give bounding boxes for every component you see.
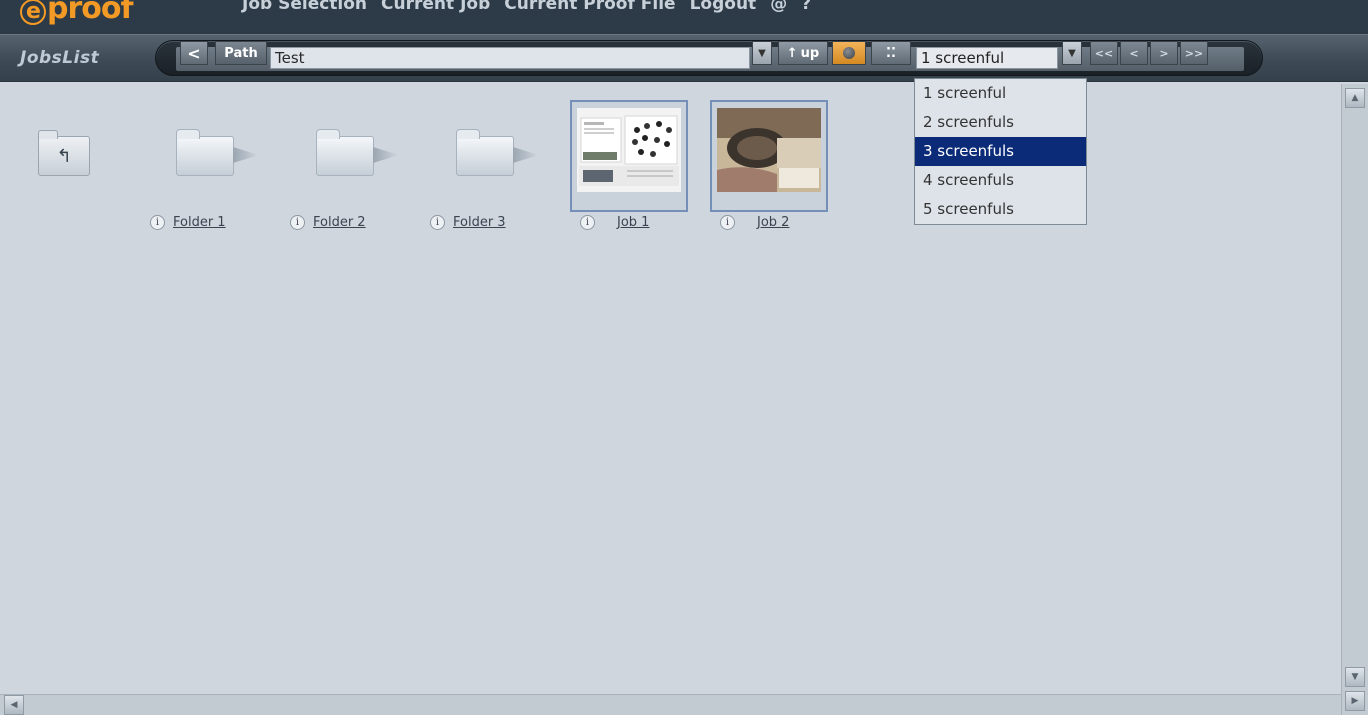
folder-link[interactable]: Folder 1 xyxy=(173,215,226,230)
circle-icon xyxy=(843,47,855,59)
nav-current-job[interactable]: Current Job xyxy=(381,0,490,14)
grid-icon: ⁚⁚ xyxy=(886,45,896,61)
arrow-left-icon: ◀ xyxy=(10,700,18,710)
arrow-down-icon: ▼ xyxy=(1351,672,1359,682)
job-preview-image xyxy=(577,108,681,192)
screenful-select[interactable]: 1 screenful xyxy=(916,47,1058,69)
info-icon[interactable]: i xyxy=(580,215,595,230)
up-button-label: up xyxy=(800,45,820,61)
first-page-button[interactable]: << xyxy=(1090,41,1118,65)
scroll-left-button[interactable]: ◀ xyxy=(4,695,24,715)
folder-icon xyxy=(316,129,374,176)
next-page-button[interactable]: > xyxy=(1150,41,1178,65)
main-nav: Job Selection Current Job Current Proof … xyxy=(242,0,811,14)
job-preview-image xyxy=(717,108,821,192)
job-link[interactable]: Job 2 xyxy=(757,215,789,230)
folder-link[interactable]: Folder 2 xyxy=(313,215,366,230)
info-icon[interactable]: i xyxy=(290,215,305,230)
nav-job-selection[interactable]: Job Selection xyxy=(242,0,367,14)
view-mode-button[interactable]: ⁚⁚ xyxy=(871,41,911,65)
previous-page-button[interactable]: < xyxy=(1120,41,1148,65)
dropdown-option[interactable]: 1 screenful xyxy=(915,79,1086,108)
folder-link[interactable]: Folder 3 xyxy=(453,215,506,230)
dropdown-option[interactable]: 5 screenfuls xyxy=(915,195,1086,224)
folder-icon xyxy=(456,129,514,176)
arrow-up-icon: ↑ xyxy=(786,45,798,61)
info-icon[interactable]: i xyxy=(150,215,165,230)
logo[interactable]: e proof xyxy=(20,0,134,26)
arrow-up-icon: ▲ xyxy=(1351,93,1359,103)
job-thumbnail[interactable] xyxy=(570,100,688,212)
scroll-corner-button[interactable]: ▶ xyxy=(1345,691,1365,711)
chevron-down-icon: ▼ xyxy=(758,47,766,59)
folder-icon xyxy=(176,129,234,176)
dropdown-option[interactable]: 2 screenfuls xyxy=(915,108,1086,137)
up-arrow-icon: ↰ xyxy=(56,145,72,167)
nav-logout[interactable]: Logout xyxy=(690,0,757,14)
scroll-down-button[interactable]: ▼ xyxy=(1345,667,1365,687)
last-page-button[interactable]: >> xyxy=(1180,41,1208,65)
scroll-up-button[interactable]: ▲ xyxy=(1345,88,1365,108)
thumbnail-toggle-button[interactable] xyxy=(832,41,866,65)
nav-help[interactable]: ? xyxy=(801,0,811,14)
path-input[interactable]: Test xyxy=(270,47,750,69)
chevron-down-icon: ▼ xyxy=(1068,47,1076,59)
info-icon[interactable]: i xyxy=(430,215,445,230)
up-button[interactable]: ↑ up xyxy=(778,41,828,65)
path-label: Path xyxy=(215,41,267,65)
top-bar: e proof Job Selection Current Job Current… xyxy=(0,0,1368,34)
info-icon[interactable]: i xyxy=(720,215,735,230)
dropdown-option[interactable]: 4 screenfuls xyxy=(915,166,1086,195)
job-link[interactable]: Job 1 xyxy=(617,215,649,230)
job-thumbnail[interactable] xyxy=(710,100,828,212)
vertical-scrollbar[interactable]: ▲ ▼ ▶ xyxy=(1341,84,1368,715)
dropdown-option-highlighted[interactable]: 3 screenfuls xyxy=(915,137,1086,166)
arrow-right-icon: ▶ xyxy=(1351,696,1359,706)
horizontal-scrollbar[interactable]: ◀ xyxy=(0,694,1341,715)
nav-current-proof-file[interactable]: Current Proof File xyxy=(504,0,675,14)
nav-contact[interactable]: @ xyxy=(770,0,787,14)
screenful-dropdown-button[interactable]: ▼ xyxy=(1062,41,1082,65)
toolbar-title: JobsList xyxy=(20,48,100,68)
parent-folder-button[interactable]: ↰ xyxy=(38,130,90,176)
path-dropdown-button[interactable]: ▼ xyxy=(752,41,772,65)
back-button[interactable]: < xyxy=(180,41,208,65)
screenful-dropdown-list: 1 screenful 2 screenfuls 3 screenfuls 4 … xyxy=(914,78,1087,225)
